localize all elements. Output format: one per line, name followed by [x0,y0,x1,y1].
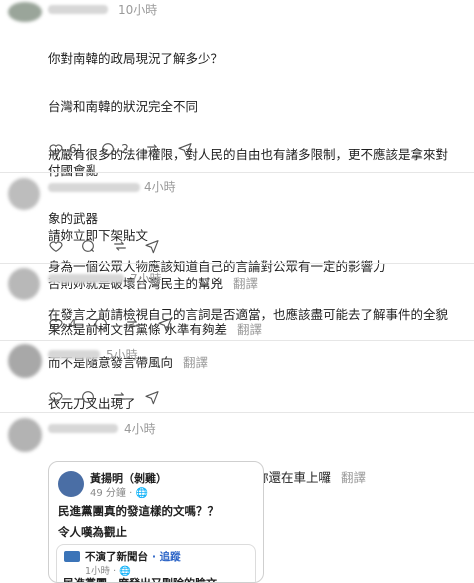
heart-icon [49,144,63,155]
reply-button[interactable] [93,316,109,332]
embed-shared-post: 不演了新聞台· 追蹤 1小時 · 🌐 民進黨團一度發出又刪除的臉文。 [56,544,256,582]
like-button[interactable] [48,238,64,254]
shared-text: 民進黨團一度發出又刪除的臉文。 [63,575,228,582]
divider [0,172,474,173]
avatar[interactable] [8,344,42,378]
repost-icon [114,241,126,251]
heart-icon [49,392,63,403]
repost-button[interactable] [112,238,128,254]
repost-icon [126,319,139,329]
comment-line: 你對南韓的政局現況了解多少？ [48,51,224,66]
reply-button[interactable]: 2 [100,141,129,157]
embed-avatar [58,471,84,497]
username-redacted[interactable] [48,5,108,14]
username-redacted[interactable] [48,424,118,433]
like-count: 61 [69,142,85,156]
news-logo-icon [64,551,80,562]
timestamp: 10小時 [118,3,158,17]
send-icon [158,318,172,332]
like-button[interactable]: 61 [48,141,84,157]
repost-button[interactable] [125,316,141,332]
shared-page-title: 不演了新聞台 [85,551,148,563]
send-icon [145,240,159,254]
embed-line-2: 令人嘆為觀止 [58,525,127,539]
timestamp: 4小時 [144,180,176,194]
share-button[interactable] [157,316,173,332]
action-bar: 61 2 [48,141,193,157]
comment-icon [94,318,107,330]
embed-meta: 49 分鐘 · 🌐 [90,488,148,499]
divider [0,340,474,341]
comment-line: 台灣和南韓的狀況完全不同 [48,99,199,114]
reply-button[interactable] [80,238,96,254]
username-redacted[interactable] [48,350,100,359]
translate-link[interactable]: 翻譯 [341,470,366,485]
divider [0,263,474,264]
share-button[interactable] [144,238,160,254]
repost-button[interactable] [112,389,128,405]
embed-line-1: 民進黨團真的發這樣的文嗎？？ [58,504,219,518]
action-bar [48,238,160,254]
comment-icon [102,143,115,155]
embedded-screenshot[interactable]: 黃揚明（剝雞） 49 分鐘 · 🌐 民進黨團真的發這樣的文嗎？？ 令人嘆為觀止 … [48,461,264,583]
translate-link[interactable]: 翻譯 [237,322,262,337]
repost-button[interactable] [145,141,161,157]
send-icon [145,391,159,405]
repost-icon [114,392,126,402]
avatar[interactable] [8,268,40,300]
reply-count: 2 [121,142,129,156]
timestamp: 7小時 [130,272,162,286]
heart-icon [49,319,63,330]
action-bar: 4 [48,316,173,332]
shared-page-name: 不演了新聞台 · 追蹤 [85,549,181,564]
send-icon [178,143,192,157]
username-redacted[interactable] [48,274,124,283]
action-bar [48,389,160,405]
follow-link: · 追蹤 [152,551,181,563]
comment-icon [82,391,94,403]
reply-button[interactable] [80,389,96,405]
like-count: 4 [69,317,77,331]
username-redacted[interactable] [48,183,140,192]
translate-link[interactable]: 翻譯 [233,276,258,291]
divider [0,412,474,413]
like-button[interactable] [48,389,64,405]
heart-icon [49,241,63,252]
like-button[interactable]: 4 [48,316,77,332]
repost-icon [147,144,159,154]
share-button[interactable] [144,389,160,405]
timestamp: 5小時 [106,348,138,362]
timestamp: 4小時 [124,422,156,436]
avatar[interactable] [8,2,42,22]
share-button[interactable] [177,141,193,157]
avatar[interactable] [8,178,40,210]
avatar[interactable] [8,418,42,452]
comment-icon [82,240,94,252]
